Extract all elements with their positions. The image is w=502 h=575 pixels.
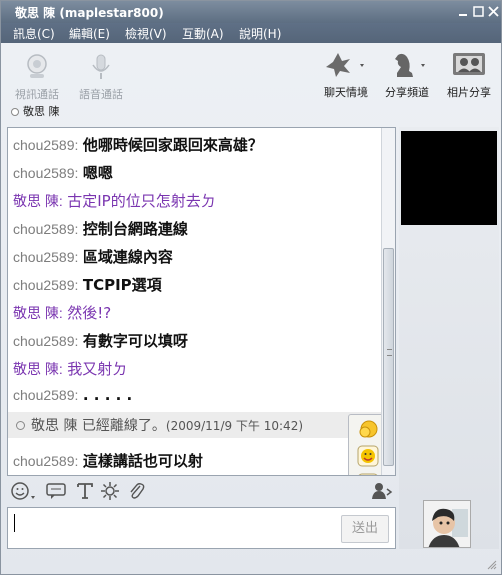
- user-avatar-icon: [424, 501, 470, 547]
- message-row: chou2589: 他哪時候回家跟回來高雄？: [13, 134, 263, 155]
- message-text: 這樣講話也可以射: [82, 452, 203, 470]
- sender-name: 敬思 陳:: [13, 305, 63, 321]
- yellow-bubble-icon[interactable]: [357, 419, 379, 441]
- microphone-icon: [92, 54, 110, 79]
- message-row: 敬思 陳: 然後!?: [13, 302, 111, 323]
- photo-share-label: 相片分享: [447, 86, 491, 99]
- sender-name: chou2589:: [13, 453, 79, 469]
- system-notice: 敬思 陳 已經離線了。(2009/11/9 下午 10:42): [8, 412, 383, 438]
- minimize-icon: [459, 14, 467, 16]
- close-button[interactable]: [487, 5, 500, 18]
- message-text: 區域連線內容: [82, 248, 173, 266]
- resize-grip-icon[interactable]: [487, 560, 497, 570]
- menu-bar: 訊息(C) 編輯(E) 檢視(V) 互動(A) 說明(H): [1, 23, 501, 43]
- chat-mood-label: 聊天情境: [324, 86, 368, 99]
- window-title: 敬思 陳 (maplestar800): [15, 6, 164, 20]
- smiley-emoticon-icon[interactable]: [357, 445, 379, 467]
- sender-name: 敬思 陳:: [13, 361, 63, 377]
- chat-window: 敬思 陳 (maplestar800) 訊息(C) 編輯(E) 檢視(V) 互動…: [0, 0, 502, 575]
- system-notice-text: 敬思 陳 已經離線了。: [31, 418, 166, 434]
- close-icon: [488, 6, 499, 17]
- scroll-thumb[interactable]: [383, 248, 394, 466]
- video-preview: [401, 131, 497, 225]
- sender-name: chou2589:: [13, 221, 79, 237]
- message-row: chou2589: 嗯嗯: [13, 162, 113, 183]
- maximize-button[interactable]: [472, 5, 485, 18]
- photo-share-button[interactable]: 相片分享: [443, 49, 495, 100]
- video-call-button[interactable]: 視訊通話: [15, 53, 59, 102]
- speech-bubble-icon: [46, 483, 66, 499]
- offline-status-icon: [11, 108, 19, 116]
- avatar[interactable]: [423, 500, 471, 548]
- send-button[interactable]: 送出: [341, 515, 389, 543]
- minimize-button[interactable]: [457, 5, 470, 18]
- nudge-button[interactable]: [45, 481, 67, 505]
- sender-name: chou2589:: [13, 137, 79, 153]
- video-call-label: 視訊通話: [15, 88, 59, 101]
- smiley-icon: [11, 482, 35, 500]
- message-text: 然後!?: [67, 304, 112, 322]
- sender-name: chou2589:: [13, 249, 79, 265]
- chess-knight-icon: [395, 53, 425, 77]
- sender-name: chou2589:: [13, 333, 79, 349]
- message-text: 他哪時候回家跟回來高雄？: [82, 136, 263, 154]
- menu-interact[interactable]: 互動(A): [182, 25, 224, 42]
- chat-mood-icon: [326, 53, 364, 77]
- contact-status: 敬思 陳: [11, 103, 60, 119]
- text-caret: [14, 514, 15, 532]
- message-row: chou2589: 區域連線內容: [13, 246, 173, 267]
- menu-help[interactable]: 說明(H): [239, 25, 281, 42]
- message-input[interactable]: 送出: [7, 507, 396, 549]
- emoticon-button[interactable]: [11, 481, 37, 505]
- photo-share-icon: [453, 53, 485, 75]
- chat-scrollbar[interactable]: [381, 128, 395, 475]
- sender-name: chou2589:: [13, 277, 79, 293]
- message-text: . . . . .: [82, 386, 133, 404]
- maximize-icon: [473, 6, 484, 17]
- menu-message[interactable]: 訊息(C): [13, 25, 55, 42]
- paperclip-icon: [130, 483, 145, 499]
- message-text: 古定IP的位只怎射去ㄉ: [67, 192, 216, 210]
- attach-file-button[interactable]: [126, 481, 146, 505]
- sender-name: chou2589:: [13, 387, 79, 403]
- contact-info-button[interactable]: [371, 481, 393, 505]
- message-row: chou2589: 這樣講話也可以射: [13, 450, 203, 471]
- message-text: 控制台網路連線: [82, 220, 188, 238]
- share-channel-button[interactable]: 分享頻道: [382, 49, 432, 100]
- gear-icon: [101, 482, 119, 500]
- font-button[interactable]: [76, 481, 94, 505]
- message-row: chou2589: 控制台網路連線: [13, 218, 188, 239]
- right-panel: [399, 127, 499, 549]
- share-channel-label: 分享頻道: [385, 86, 429, 99]
- message-row: 敬思 陳: 我又射ㄉ: [13, 358, 127, 379]
- voice-call-label: 語音通話: [79, 88, 123, 101]
- message-row: chou2589: . . . . .: [13, 386, 132, 404]
- message-text: 有數字可以填呀: [82, 332, 188, 350]
- chat-history[interactable]: chou2589: 他哪時候回家跟回來高雄？ chou2589: 嗯嗯 敬思 陳…: [7, 127, 396, 476]
- message-text: 我又射ㄉ: [67, 360, 128, 378]
- menu-edit[interactable]: 編輯(E): [69, 25, 110, 42]
- voice-call-button[interactable]: 語音通話: [77, 53, 125, 102]
- background-button[interactable]: [100, 481, 120, 505]
- menu-view[interactable]: 檢視(V): [125, 25, 167, 42]
- message-text: TCPIP選項: [82, 276, 162, 294]
- message-row: 敬思 陳: 古定IP的位只怎射去ㄉ: [13, 190, 216, 211]
- title-bar: 敬思 陳 (maplestar800): [1, 1, 501, 23]
- offline-status-icon: [16, 421, 25, 430]
- toolbar: 視訊通話 語音通話 聊天情境 分享頻道 相片分享: [1, 43, 501, 123]
- message-row: chou2589: 有數字可以填呀: [13, 330, 188, 351]
- text-font-icon: [77, 483, 93, 499]
- chat-mood-button[interactable]: 聊天情境: [321, 49, 371, 100]
- message-text: 嗯嗯: [82, 164, 113, 182]
- person-arrow-icon: [372, 483, 393, 499]
- contact-name: 敬思 陳: [23, 105, 60, 118]
- scroll-grip-icon: [387, 349, 392, 356]
- cool-emoticon-icon[interactable]: [357, 473, 379, 476]
- webcam-icon: [27, 54, 47, 78]
- system-notice-time: (2009/11/9 下午 10:42): [165, 419, 304, 433]
- sender-name: chou2589:: [13, 165, 79, 181]
- format-toolbar: [1, 477, 399, 505]
- sender-name: 敬思 陳:: [13, 193, 63, 209]
- message-row: chou2589: TCPIP選項: [13, 274, 162, 295]
